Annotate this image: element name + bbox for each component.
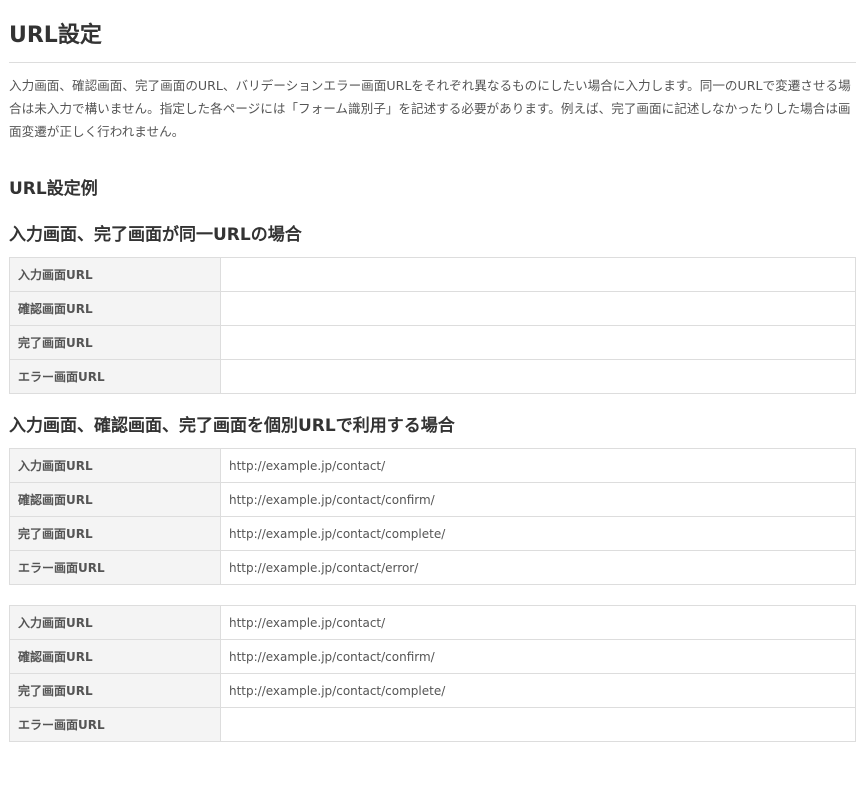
table-row: 確認画面URL http://example.jp/contact/confir…	[9, 639, 856, 674]
table-row: エラー画面URL	[9, 707, 856, 742]
input-url-label: 入力画面URL	[9, 448, 221, 483]
error-url-value	[220, 707, 856, 742]
same-url-table: 入力画面URL 確認画面URL 完了画面URL エラー画面URL	[9, 257, 856, 394]
confirm-url-value: http://example.jp/contact/confirm/	[220, 482, 856, 517]
input-url-label: 入力画面URL	[9, 257, 221, 292]
complete-url-label: 完了画面URL	[9, 325, 221, 360]
table-row: 確認画面URL	[9, 291, 856, 326]
page-content: URL設定 入力画面、確認画面、完了画面のURL、バリデーションエラー画面URL…	[0, 0, 866, 742]
error-url-label: エラー画面URL	[9, 550, 221, 585]
table-row: 完了画面URL http://example.jp/contact/comple…	[9, 673, 856, 708]
error-url-value: http://example.jp/contact/error/	[220, 550, 856, 585]
input-url-value	[220, 257, 856, 292]
case-individual-url-heading: 入力画面、確認画面、完了画面を個別URLで利用する場合	[9, 416, 455, 436]
page-description: 入力画面、確認画面、完了画面のURL、バリデーションエラー画面URLをそれぞれ異…	[9, 78, 851, 139]
table-row: 入力画面URL http://example.jp/contact/	[9, 448, 856, 483]
table-row: 確認画面URL http://example.jp/contact/confir…	[9, 482, 856, 517]
confirm-url-label: 確認画面URL	[9, 291, 221, 326]
table-row: エラー画面URL	[9, 359, 856, 394]
example-heading: URL設定例	[9, 179, 98, 199]
input-url-value: http://example.jp/contact/	[220, 448, 856, 483]
complete-url-label: 完了画面URL	[9, 516, 221, 551]
page-title: URL設定	[9, 0, 856, 63]
table-row: 完了画面URL	[9, 325, 856, 360]
error-url-label: エラー画面URL	[9, 707, 221, 742]
complete-url-value: http://example.jp/contact/complete/	[220, 673, 856, 708]
complete-url-value	[220, 325, 856, 360]
confirm-url-label: 確認画面URL	[9, 482, 221, 517]
confirm-url-value: http://example.jp/contact/confirm/	[220, 639, 856, 674]
input-url-value: http://example.jp/contact/	[220, 605, 856, 640]
confirm-url-value	[220, 291, 856, 326]
table-row: 入力画面URL http://example.jp/contact/	[9, 605, 856, 640]
table-row: 入力画面URL	[9, 257, 856, 292]
confirm-url-label: 確認画面URL	[9, 639, 221, 674]
error-url-label: エラー画面URL	[9, 359, 221, 394]
individual-url-table-b: 入力画面URL http://example.jp/contact/ 確認画面U…	[9, 605, 856, 742]
complete-url-label: 完了画面URL	[9, 673, 221, 708]
individual-url-table-a: 入力画面URL http://example.jp/contact/ 確認画面U…	[9, 448, 856, 585]
table-row: 完了画面URL http://example.jp/contact/comple…	[9, 516, 856, 551]
error-url-value	[220, 359, 856, 394]
complete-url-value: http://example.jp/contact/complete/	[220, 516, 856, 551]
input-url-label: 入力画面URL	[9, 605, 221, 640]
table-row: エラー画面URL http://example.jp/contact/error…	[9, 550, 856, 585]
case-same-url-heading: 入力画面、完了画面が同一URLの場合	[9, 225, 302, 245]
